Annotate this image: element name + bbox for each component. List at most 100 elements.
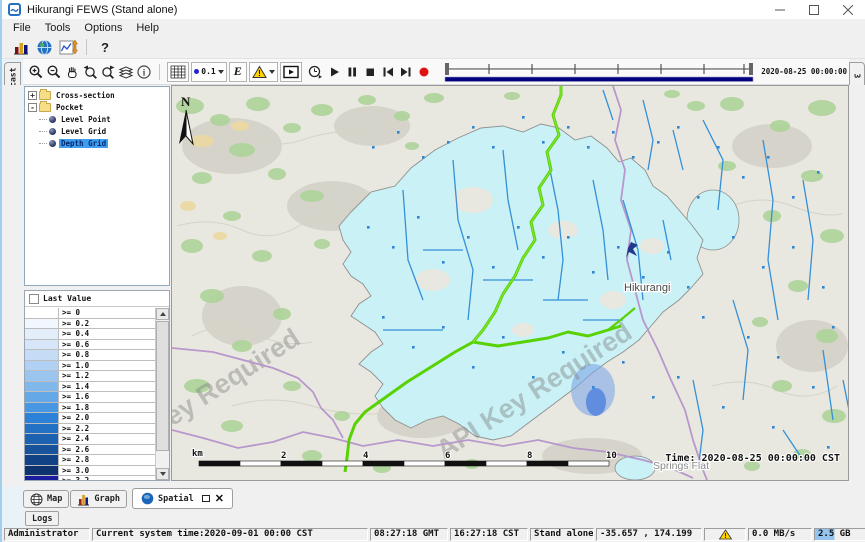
legend-row[interactable]: >= 0.6 (25, 340, 155, 351)
last-value-label: Last Value (43, 294, 91, 303)
main-toolbar: ? (2, 36, 865, 59)
map-view[interactable]: API Key Required API Key Required (171, 85, 849, 481)
legend-row[interactable]: >= 0.8 (25, 350, 155, 361)
svg-text:2: 2 (281, 451, 286, 461)
export-timer-icon[interactable] (307, 62, 325, 82)
zoom-next-icon[interactable] (99, 62, 117, 82)
legend-row[interactable]: >= 3.2 (25, 476, 155, 480)
legend-row[interactable]: >= 1.2 (25, 371, 155, 382)
pause-button[interactable] (343, 62, 361, 82)
animation-button[interactable] (280, 62, 302, 82)
legend-row[interactable]: >= 0.4 (25, 329, 155, 340)
legend-swatch (25, 340, 59, 350)
tree-item-depth-grid[interactable]: Depth Grid (25, 137, 169, 149)
tree-item-level-point[interactable]: Level Point (25, 113, 169, 125)
close-button[interactable] (831, 0, 865, 19)
legend-row[interactable]: >= 1.4 (25, 382, 155, 393)
labels-button[interactable]: E (229, 62, 247, 82)
zoom-in-icon[interactable] (27, 62, 45, 82)
zoom-out-icon[interactable] (45, 62, 63, 82)
help-icon[interactable]: ? (93, 37, 117, 57)
time-slider[interactable] (443, 61, 755, 83)
legend-swatch (25, 392, 59, 402)
tab-spatial[interactable]: Spatial ✕ (132, 488, 233, 509)
tree-item-cross-section[interactable]: +Cross-section (25, 89, 169, 101)
contour-interval-dropdown[interactable]: 0.1 (191, 62, 226, 82)
stop-button[interactable] (361, 62, 379, 82)
close-tab-icon[interactable]: ✕ (215, 492, 224, 505)
scroll-down-button[interactable] (156, 468, 169, 480)
legend-value: >= 0.8 (59, 350, 155, 360)
pan-hand-icon[interactable] (63, 62, 81, 82)
app-window: Hikurangi FEWS (Stand alone) File Tools … (0, 0, 865, 542)
logs-button[interactable]: Logs (25, 511, 59, 526)
logs-row: Logs (23, 509, 865, 528)
scroll-up-button[interactable] (156, 308, 169, 320)
tree-item-pocket[interactable]: -Pocket (25, 101, 169, 113)
maximize-button[interactable] (797, 0, 831, 19)
layers-icon[interactable] (117, 62, 135, 82)
last-value-checkbox[interactable] (29, 294, 39, 304)
labels-e-icon: E (232, 64, 244, 79)
scroll-thumb[interactable] (156, 321, 169, 451)
title-bar[interactable]: Hikurangi FEWS (Stand alone) (2, 0, 865, 19)
legend-row[interactable]: >= 2.2 (25, 424, 155, 435)
map-time-label: Time: 2020-08-25 00:00:00 CST (665, 452, 840, 464)
legend-value: >= 0.4 (59, 329, 155, 339)
tab-map[interactable]: Map (23, 490, 69, 508)
legend-row[interactable]: >= 2.8 (25, 455, 155, 466)
menu-file[interactable]: File (6, 21, 38, 35)
svg-text:!: ! (723, 532, 727, 540)
legend-row[interactable]: >= 2.6 (25, 445, 155, 456)
svg-text:4: 4 (363, 451, 369, 461)
legend-row[interactable]: >= 1.8 (25, 403, 155, 414)
data-viewer-panel: +Cross-section-PocketLevel Point Level Gr… (23, 85, 171, 487)
legend-row[interactable]: >= 1.0 (25, 361, 155, 372)
legend-row[interactable]: >= 0 (25, 308, 155, 319)
slider-start-handle (445, 63, 449, 75)
play-button[interactable] (325, 62, 343, 82)
legend-row[interactable]: >= 1.6 (25, 392, 155, 403)
legend-value: >= 1.4 (59, 382, 155, 392)
warning-icon: ! (252, 65, 267, 79)
legend-row[interactable]: >= 3.0 (25, 466, 155, 477)
legend-row[interactable]: >= 2.4 (25, 434, 155, 445)
step-back-button[interactable] (379, 62, 397, 82)
thresholds-icon[interactable] (8, 37, 32, 57)
legend-value: >= 2.2 (59, 424, 155, 434)
tree-view[interactable]: +Cross-section-PocketLevel Point Level Gr… (24, 86, 170, 286)
legend-swatch (25, 403, 59, 413)
node-icon (49, 116, 56, 123)
map-display-icon[interactable] (32, 37, 56, 57)
record-button[interactable] (415, 62, 433, 82)
map-canvas[interactable]: API Key Required API Key Required (172, 86, 848, 480)
tab-graph[interactable]: Graph (70, 490, 127, 508)
legend-value: >= 0.2 (59, 319, 155, 329)
timeseries-display-icon[interactable] (56, 37, 80, 57)
menu-options[interactable]: Options (77, 21, 129, 35)
svg-text:8: 8 (527, 451, 532, 461)
zoom-previous-icon[interactable] (81, 62, 99, 82)
grid-display-button[interactable] (167, 62, 189, 82)
legend-row[interactable]: >= 0.2 (25, 319, 155, 330)
menu-help[interactable]: Help (129, 21, 166, 35)
info-icon[interactable]: i (135, 62, 153, 82)
menu-tools[interactable]: Tools (38, 21, 78, 35)
step-forward-button[interactable] (397, 62, 415, 82)
tree-toggle[interactable]: + (28, 91, 37, 100)
time-span-bar (445, 77, 753, 82)
tree-item-level-grid[interactable]: Level Grid (25, 125, 169, 137)
legend-row[interactable]: >= 2.0 (25, 413, 155, 424)
tree-connector (39, 143, 47, 144)
status-gmt-time: 08:27:18 GMT (370, 528, 448, 541)
status-warning[interactable]: ! (704, 528, 746, 541)
minimize-button[interactable] (763, 0, 797, 19)
app-icon (8, 3, 21, 16)
tree-toggle[interactable]: - (28, 103, 37, 112)
tree-label: Level Grid (59, 127, 108, 136)
float-tab-icon[interactable] (202, 495, 210, 502)
warnings-dropdown[interactable]: ! (249, 62, 278, 82)
legend-scrollbar[interactable] (155, 308, 169, 480)
status-local-time: 16:27:18 CST (450, 528, 528, 541)
legend-header: Last Value (25, 291, 169, 307)
